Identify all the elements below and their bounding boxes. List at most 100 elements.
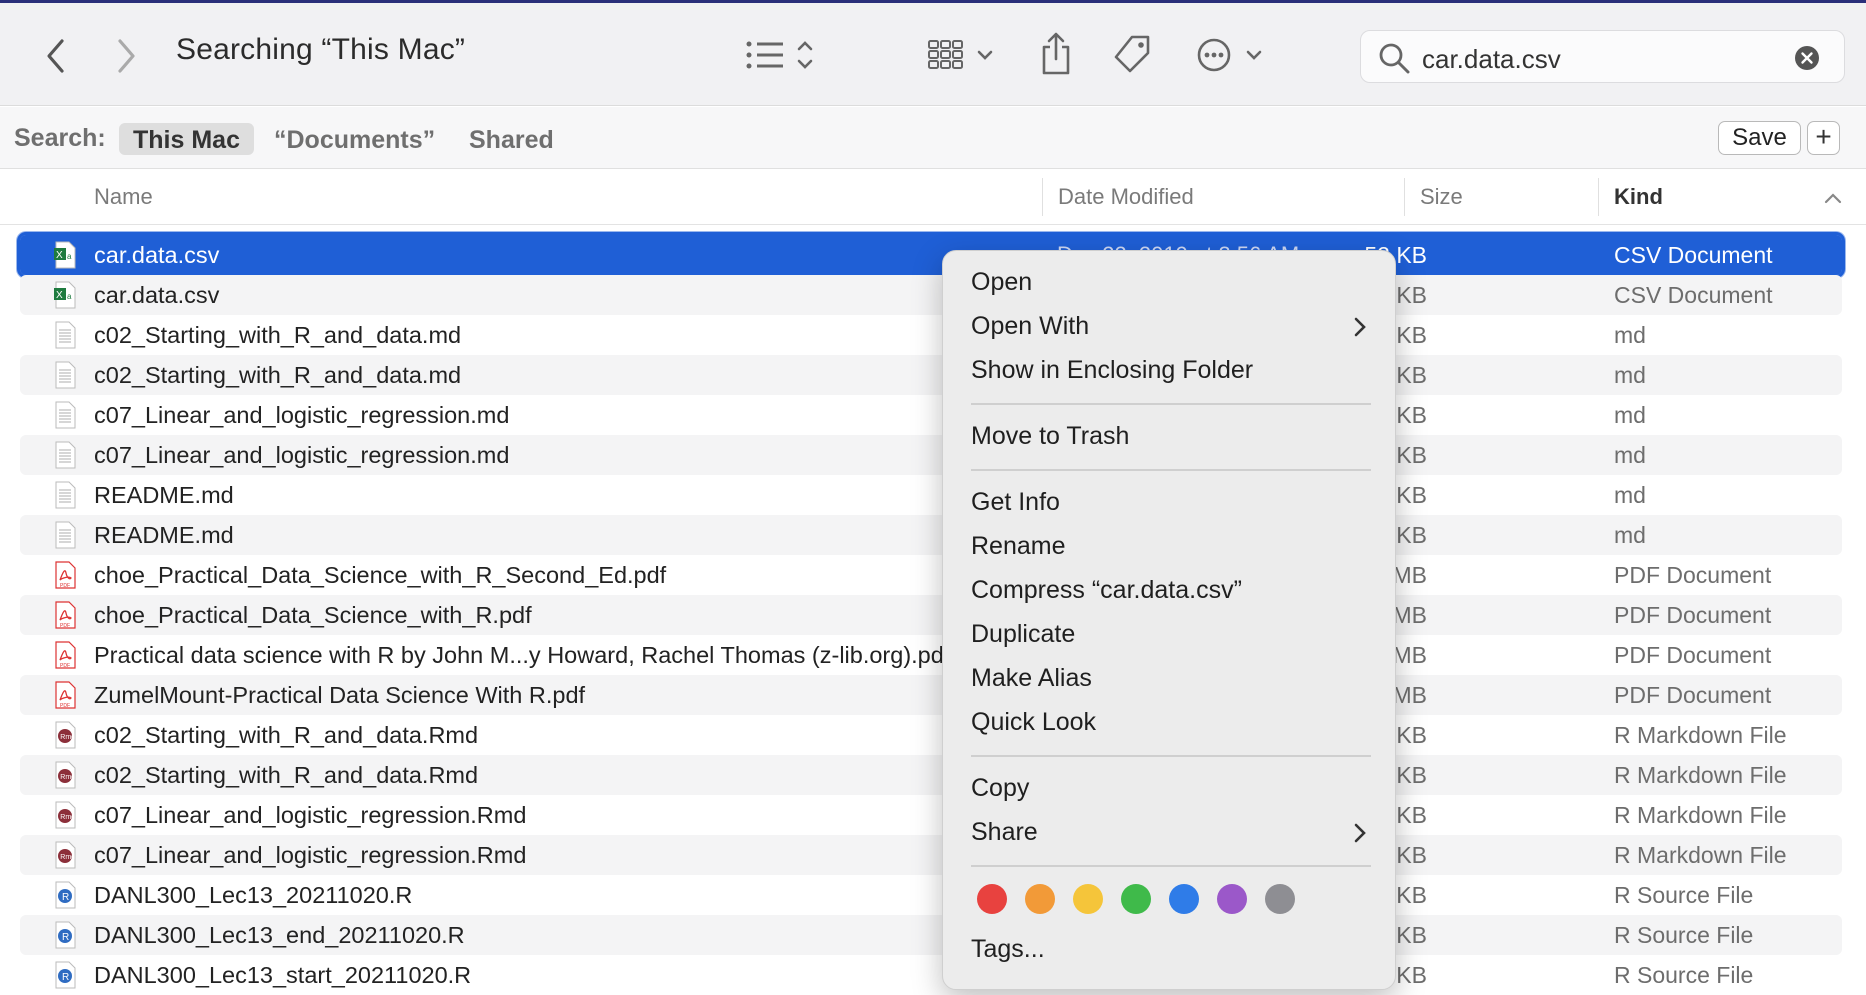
tag-button[interactable] [1110, 33, 1154, 77]
r-source-file-icon: R [54, 961, 76, 989]
menu-item-open-with[interactable]: Open With [971, 312, 1089, 341]
group-button[interactable] [927, 35, 999, 75]
svg-text:PDF: PDF [60, 663, 70, 669]
file-row[interactable]: c07_Linear_and_logistic_regression.md42 … [20, 435, 1842, 475]
file-row[interactable]: PDF choe_Practical_Data_Science_with_R_Se… [20, 555, 1842, 595]
svg-text:X: X [56, 290, 63, 301]
menu-item-make-alias[interactable]: Make Alias [971, 664, 1092, 693]
tag-color-green[interactable] [1121, 884, 1151, 914]
list-view-icon [746, 41, 813, 69]
file-row[interactable]: R DANL300_Lec13_end_20211020.R 3 KB R Sourc… [20, 915, 1842, 955]
menu-item-copy[interactable]: Copy [971, 774, 1029, 803]
clear-circle-icon[interactable] [1794, 45, 1820, 71]
context-menu: Open Open With Show in Enclosing Folder … [942, 250, 1396, 990]
file-row[interactable]: R DANL300_Lec13_start_20211020.R 3 KB R Sou… [20, 955, 1842, 995]
more-actions-button[interactable] [1196, 35, 1268, 75]
svg-text:Rmd: Rmd [60, 814, 75, 821]
menu-item-tags[interactable]: Tags... [971, 935, 1045, 964]
add-criteria-button[interactable]: + [1807, 121, 1840, 155]
file-name: DANL300_Lec13_20211020.R [94, 882, 413, 908]
file-row[interactable]: R DANL300_Lec13_20211020.R 3 KB R Source Fi… [20, 875, 1842, 915]
column-header-date[interactable]: Date Modified [1058, 184, 1194, 210]
share-button[interactable] [1036, 31, 1076, 77]
column-header-size[interactable]: Size [1420, 184, 1463, 210]
back-button[interactable] [38, 33, 74, 79]
save-search-button[interactable]: Save [1718, 121, 1801, 155]
menu-item-quick-look[interactable]: Quick Look [971, 708, 1096, 737]
file-name: car.data.csv [94, 242, 220, 268]
search-field[interactable]: car.data.csv [1360, 30, 1845, 83]
menu-item-open[interactable]: Open [971, 268, 1032, 297]
tag-color-blue[interactable] [1169, 884, 1199, 914]
file-kind: CSV Document [1614, 242, 1773, 268]
column-header-name[interactable]: Name [94, 184, 153, 210]
sort-ascending-icon[interactable] [1824, 192, 1842, 204]
file-kind: R Source File [1614, 922, 1754, 948]
file-row[interactable]: c07_Linear_and_logistic_regression.md42 … [20, 395, 1842, 435]
grid-group-icon [928, 40, 993, 69]
file-name: c02_Starting_with_R_and_data.md [94, 322, 462, 348]
search-input[interactable]: car.data.csv [1422, 44, 1561, 75]
column-header-kind[interactable]: Kind [1614, 184, 1663, 210]
file-kind: PDF Document [1614, 642, 1772, 668]
file-name: DANL300_Lec13_end_20211020.R [94, 922, 465, 948]
file-kind: PDF Document [1614, 602, 1772, 628]
file-row[interactable]: README.md 1 KB md [20, 515, 1842, 555]
view-options-button[interactable] [745, 35, 823, 75]
file-row[interactable]: Rmd c07_Linear_and_logistic_regression.Rm… [20, 835, 1842, 875]
r-source-file-icon: R [54, 921, 76, 949]
column-divider[interactable] [1042, 178, 1043, 216]
share-icon [1042, 32, 1070, 75]
file-row[interactable]: PDF Practical data science with R by John… [20, 635, 1842, 675]
r-source-file-icon: R [54, 881, 76, 909]
svg-text:R: R [62, 972, 69, 983]
file-row[interactable]: Xacar.data.csv52 KBCSV Document [20, 275, 1842, 315]
svg-text:R: R [62, 932, 69, 943]
file-row[interactable]: PDF choe_Practical_Data_Science_with_R.pd… [20, 595, 1842, 635]
file-kind: R Markdown File [1614, 802, 1787, 828]
file-row[interactable]: c02_Starting_with_R_and_data.md72 KBmd [20, 355, 1842, 395]
file-kind: R Source File [1614, 962, 1754, 988]
tag-color-gray[interactable] [1265, 884, 1295, 914]
column-divider[interactable] [1598, 178, 1599, 216]
scope-this-mac[interactable]: This Mac [119, 123, 254, 155]
file-kind: CSV Document [1614, 282, 1773, 308]
menu-item-duplicate[interactable]: Duplicate [971, 620, 1075, 649]
magnifier-icon [1379, 43, 1410, 74]
tag-color-red[interactable] [977, 884, 1007, 914]
tag-color-orange[interactable] [1025, 884, 1055, 914]
forward-button[interactable] [108, 33, 144, 79]
file-kind: R Source File [1614, 882, 1754, 908]
file-row[interactable]: Xacar.data.csvDec 22, 2019 at 3:56 AM52 … [17, 232, 1845, 278]
file-row[interactable]: c02_Starting_with_R_and_data.md72 KBmd [20, 315, 1842, 355]
svg-text:Rmd: Rmd [60, 734, 75, 741]
file-name: Practical data science with R by John M.… [94, 642, 951, 668]
file-row[interactable]: README.md 1 KB md [20, 475, 1842, 515]
search-scope-bar: Search: This Mac “Documents” Shared Save… [0, 107, 1866, 169]
ellipsis-circle-icon [1197, 38, 1262, 72]
text-document-icon [54, 441, 76, 469]
pdf-file-icon: PDF [54, 641, 76, 669]
menu-item-rename[interactable]: Rename [971, 532, 1066, 561]
menu-item-share[interactable]: Share [971, 818, 1038, 847]
file-name: ZumelMount-Practical Data Science With R… [94, 682, 586, 708]
file-row[interactable]: Rmdc02_Starting_with_R_and_data.Rmd33 KB… [20, 755, 1842, 795]
tag-color-yellow[interactable] [1073, 884, 1103, 914]
menu-item-get-info[interactable]: Get Info [971, 488, 1060, 517]
file-row[interactable]: Rmd c07_Linear_and_logistic_regression.Rm… [20, 795, 1842, 835]
svg-text:Rmd: Rmd [60, 774, 75, 781]
scope-documents[interactable]: “Documents” [260, 123, 449, 155]
file-row[interactable]: PDF ZumelMount-Practical Data Science Wit… [20, 675, 1842, 715]
file-kind: md [1614, 402, 1646, 428]
rmarkdown-file-icon: Rmd [54, 801, 76, 829]
file-row[interactable]: Rmdc02_Starting_with_R_and_data.Rmd33 KB… [20, 715, 1842, 755]
column-divider[interactable] [1404, 178, 1405, 216]
menu-item-show-in-enclosing-folder[interactable]: Show in Enclosing Folder [971, 356, 1253, 385]
menu-item-move-to-trash[interactable]: Move to Trash [971, 422, 1129, 451]
scope-shared[interactable]: Shared [455, 123, 568, 155]
menu-item-compress[interactable]: Compress “car.data.csv” [971, 576, 1242, 605]
file-kind: R Markdown File [1614, 842, 1787, 868]
submenu-chevron-icon [1354, 823, 1366, 843]
tag-color-purple[interactable] [1217, 884, 1247, 914]
file-name: c07_Linear_and_logistic_regression.Rmd [94, 842, 527, 868]
